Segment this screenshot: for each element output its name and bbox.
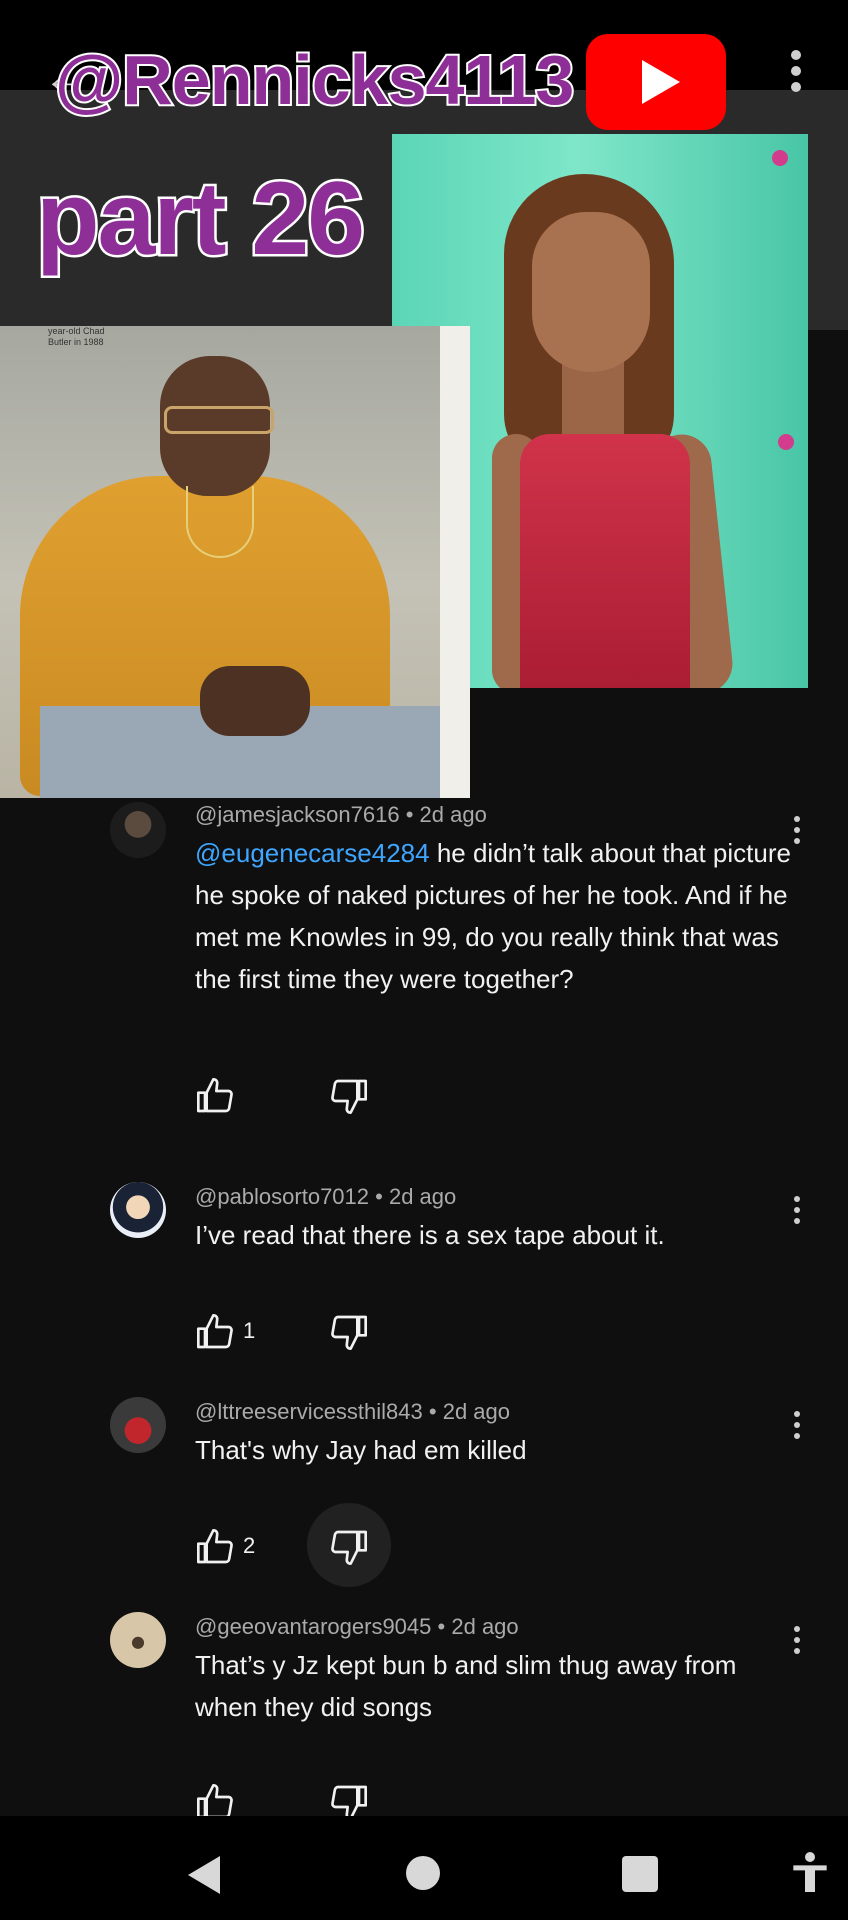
like-count: 2 <box>243 1533 256 1558</box>
meta-separator: • <box>437 1614 446 1639</box>
comment-author[interactable]: @pablosorto7012 <box>195 1184 369 1209</box>
nav-home-icon[interactable] <box>406 1856 440 1890</box>
nav-back-icon[interactable] <box>188 1856 220 1894</box>
meta-separator: • <box>428 1399 437 1424</box>
comment-text-block: @eugenecarse4284 he didn’t talk about th… <box>195 832 795 1000</box>
comment-age: 2d ago <box>442 1399 511 1424</box>
channel-handle-overlay: @Rennicks4113 <box>53 39 576 121</box>
comment-text: That’s y Jz kept bun b and slim thug awa… <box>195 1650 737 1722</box>
comment-author[interactable]: @geeovantarogers9045 <box>195 1614 431 1639</box>
more-vert-icon[interactable] <box>786 50 806 102</box>
comment-author[interactable]: @jamesjackson7616 <box>195 802 400 827</box>
comment-age: 2d ago <box>451 1614 519 1639</box>
avatar[interactable] <box>110 802 166 858</box>
part-label-overlay: part 26 <box>33 159 367 280</box>
comment-author[interactable]: @lttreeservicessthil843 <box>195 1399 423 1424</box>
mention-link[interactable]: @eugenecarse4284 <box>195 838 430 868</box>
comment-age: 2d ago <box>388 1184 457 1209</box>
youtube-logo-icon <box>586 34 726 130</box>
comment-text: I’ve read that there is a sex tape about… <box>195 1220 665 1250</box>
thumbs-down-icon[interactable] <box>329 1076 369 1116</box>
comment-text: That's why Jay had em killed <box>195 1435 527 1465</box>
thumbs-up-icon[interactable] <box>195 1312 235 1352</box>
thumbs-up-icon[interactable] <box>195 1076 235 1116</box>
thumbs-down-icon[interactable] <box>329 1527 369 1567</box>
avatar[interactable] <box>110 1397 166 1453</box>
meta-separator: • <box>405 802 414 827</box>
nav-recents-icon[interactable] <box>622 1856 658 1892</box>
thumbs-down-icon[interactable] <box>329 1312 369 1352</box>
thumbs-up-icon[interactable] <box>195 1527 235 1567</box>
meta-separator: • <box>375 1184 383 1209</box>
avatar[interactable] <box>110 1612 166 1668</box>
system-nav-bar <box>0 1816 848 1920</box>
photo-man-yellow-sweater: year-old Chad Butler in 1988 <box>0 326 470 798</box>
avatar[interactable] <box>110 1182 166 1238</box>
comment-age: 2d ago <box>419 802 487 827</box>
like-count: 1 <box>243 1318 256 1343</box>
photo-caption: year-old Chad Butler in 1988 <box>48 326 105 347</box>
accessibility-icon[interactable] <box>790 1850 830 1894</box>
